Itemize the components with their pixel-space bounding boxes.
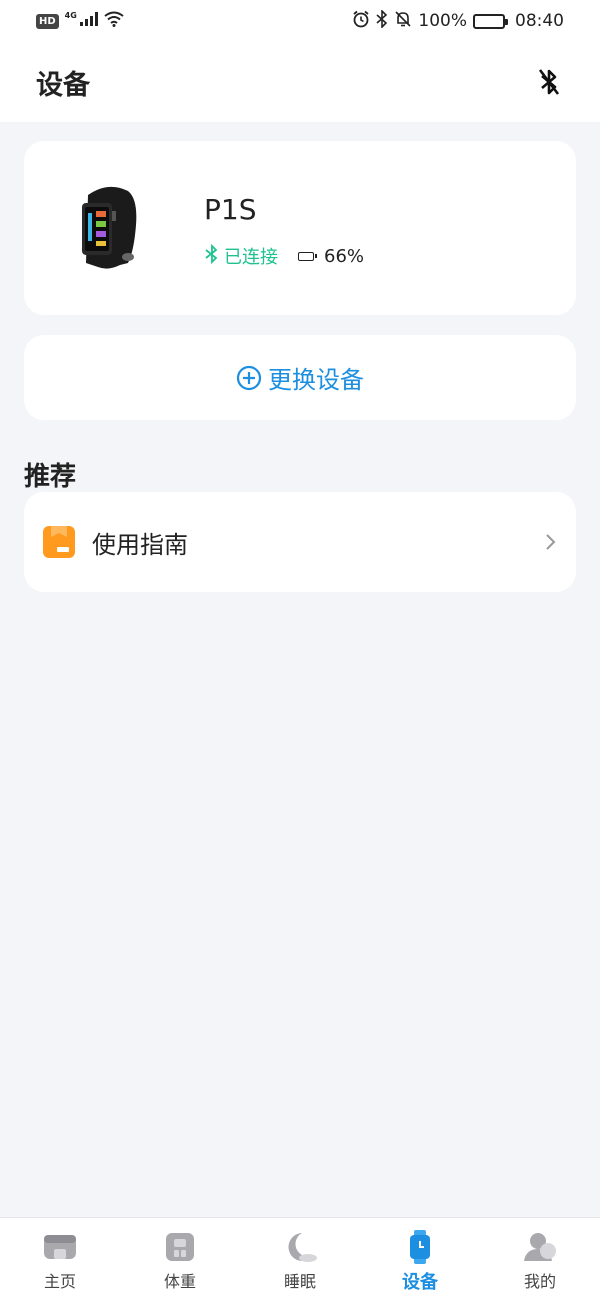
alarm-icon <box>352 10 370 33</box>
tab-label: 设备 <box>402 1272 438 1293</box>
switch-device-label: 更换设备 <box>268 366 364 394</box>
tab-sleep[interactable]: 睡眠 <box>240 1218 360 1300</box>
status-bar: HD 4G 100% 08:40 <box>0 0 600 42</box>
scale-icon <box>162 1230 198 1264</box>
network-type: 4G <box>64 10 77 20</box>
clock: 08:40 <box>515 11 564 31</box>
plus-circle-icon <box>236 365 262 391</box>
device-battery-icon <box>298 251 317 261</box>
tab-home[interactable]: 主页 <box>0 1218 120 1300</box>
connection-status: 已连接 <box>224 247 278 268</box>
tab-bar: 主页 体重 睡眠 设备 我的 <box>0 1217 600 1300</box>
hd-badge: HD <box>36 13 59 29</box>
battery-percent: 100% <box>418 11 467 31</box>
signal-icon <box>79 11 98 31</box>
bluetooth-connected-icon <box>204 243 220 269</box>
device-battery-level: 66% <box>324 245 365 267</box>
profile-icon <box>522 1230 558 1264</box>
bluetooth-icon <box>376 8 388 33</box>
wifi-icon <box>104 11 124 32</box>
tab-label: 主页 <box>43 1272 76 1291</box>
watch-icon <box>402 1230 438 1264</box>
tab-label: 睡眠 <box>283 1272 316 1291</box>
moon-icon <box>282 1230 318 1264</box>
switch-device-button[interactable]: 更换设备 <box>24 335 576 420</box>
device-card[interactable]: P1S 已连接 66% <box>24 141 576 315</box>
section-title-recommend: 推荐 <box>24 462 77 492</box>
page-title: 设备 <box>36 69 90 101</box>
bluetooth-off-icon[interactable] <box>534 67 564 97</box>
tab-device[interactable]: 设备 <box>360 1218 480 1300</box>
home-icon <box>42 1230 78 1264</box>
tab-label: 体重 <box>163 1272 196 1291</box>
chevron-right-icon <box>544 532 558 552</box>
app-header: 设备 <box>0 42 600 122</box>
device-status: 已连接 66% <box>204 243 364 269</box>
battery-icon <box>473 13 508 29</box>
mute-bell-icon <box>394 10 412 33</box>
guide-label: 使用指南 <box>92 530 188 559</box>
guide-book-icon <box>42 525 76 559</box>
tab-label: 我的 <box>523 1272 556 1291</box>
device-image <box>68 181 156 273</box>
guide-item[interactable]: 使用指南 <box>24 492 576 592</box>
device-name: P1S <box>204 193 257 226</box>
tab-profile[interactable]: 我的 <box>480 1218 600 1300</box>
tab-weight[interactable]: 体重 <box>120 1218 240 1300</box>
